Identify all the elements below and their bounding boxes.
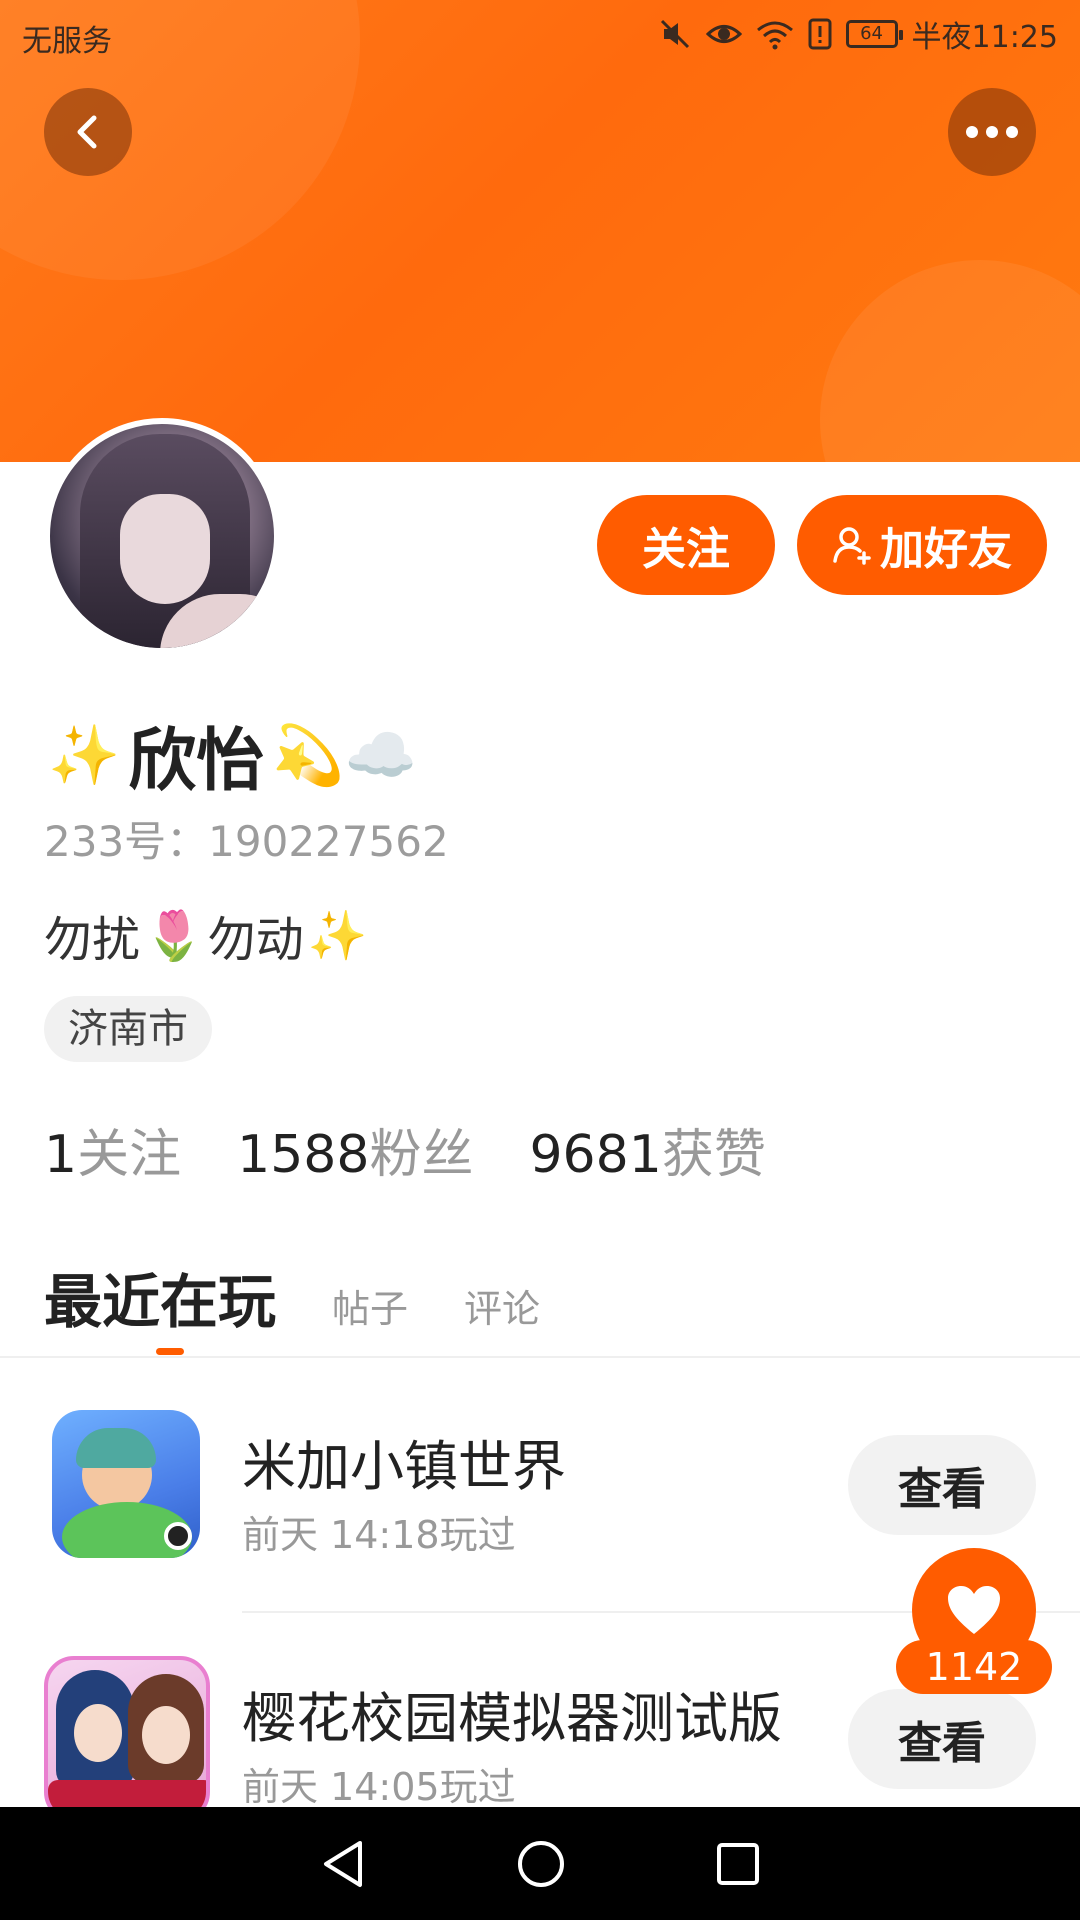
nav-back-icon[interactable] [320,1839,366,1889]
stat-label: 粉丝 [369,1125,474,1185]
more-dots-icon [966,126,1018,138]
tab-posts[interactable]: 帖子 [332,1278,408,1333]
profile-stats: 1关注 1588粉丝 9681获赞 [44,1112,766,1187]
game-played-time: 前天 14:18玩过 [242,1513,516,1557]
header-decoration [820,260,1080,462]
user-avatar[interactable] [44,418,280,654]
battery-indicator: 64 [845,20,903,48]
wifi-icon [756,21,793,50]
status-bar: 无服务 64 半夜11:25 [0,0,1080,70]
user-bio: 勿扰 🌷 勿动 ✨ [44,900,368,970]
eye-icon [705,25,742,43]
more-options-button[interactable] [948,88,1036,176]
stat-label: 关注 [77,1125,182,1185]
location-tag: 济南市 [44,996,212,1062]
tab-comments[interactable]: 评论 [464,1278,540,1333]
follow-button-label: 关注 [642,524,730,575]
star-cloud-emoji: 💫☁️ [272,720,417,789]
add-friend-button-label: 加好友 [880,524,1012,575]
nav-recents-icon[interactable] [716,1842,760,1886]
chevron-left-icon [77,115,97,149]
tab-recently-played[interactable]: 最近在玩 [44,1255,276,1339]
stat-value: 1 [44,1125,78,1185]
mute-icon [660,19,689,49]
stat-following[interactable]: 1关注 [44,1112,181,1187]
clock-text: 半夜11:25 [911,20,1058,55]
sim-alert-icon [808,18,832,50]
active-tab-indicator [156,1348,184,1355]
user-id-value: 190227562 [208,817,449,866]
like-count-badge: 1142 [896,1640,1052,1694]
add-user-icon [833,527,871,565]
stat-label: 获赞 [661,1125,766,1185]
carrier-text: 无服务 [22,24,112,59]
stat-value: 9681 [529,1125,662,1185]
stat-likes[interactable]: 9681获赞 [529,1112,765,1187]
view-game-button[interactable]: 查看 [848,1435,1036,1535]
sparkles-emoji: ✨ [307,907,368,964]
game-icon[interactable] [44,1656,210,1822]
view-game-button[interactable]: 查看 [848,1689,1036,1789]
back-button[interactable] [44,88,132,176]
nickname: 欣怡 [128,722,265,801]
user-id[interactable]: 233号：190227562 [44,808,449,869]
bio-text-1: 勿扰 [44,912,141,968]
status-icons: 64 半夜11:25 [658,12,1058,56]
nav-home-icon[interactable] [516,1839,566,1889]
follow-button[interactable]: 关注 [597,495,775,595]
stat-value: 1588 [237,1125,370,1185]
sparkles-emoji: ✨ [48,720,121,789]
user-id-label: 233号： [44,817,209,866]
game-title: 米加小镇世界 [242,1435,566,1498]
game-title: 樱花校园模拟器测试版 [242,1687,782,1750]
system-navigation-bar [0,1807,1080,1920]
add-friend-button[interactable]: 加好友 [797,495,1047,595]
game-icon[interactable] [52,1410,200,1558]
game-played-time: 前天 14:05玩过 [242,1765,516,1809]
tab-divider [0,1356,1080,1358]
list-item[interactable]: 米加小镇世界 前天 14:18玩过 查看 [0,1370,1080,1610]
profile-tabs: 最近在玩 帖子 评论 [44,1255,540,1339]
tulip-emoji: 🌷 [144,907,204,964]
stat-followers[interactable]: 1588粉丝 [237,1112,473,1187]
bio-text-2: 勿动 [207,912,304,968]
heart-icon [948,1586,1000,1634]
nickname-row: ✨ 欣怡 💫☁️ [48,705,417,804]
